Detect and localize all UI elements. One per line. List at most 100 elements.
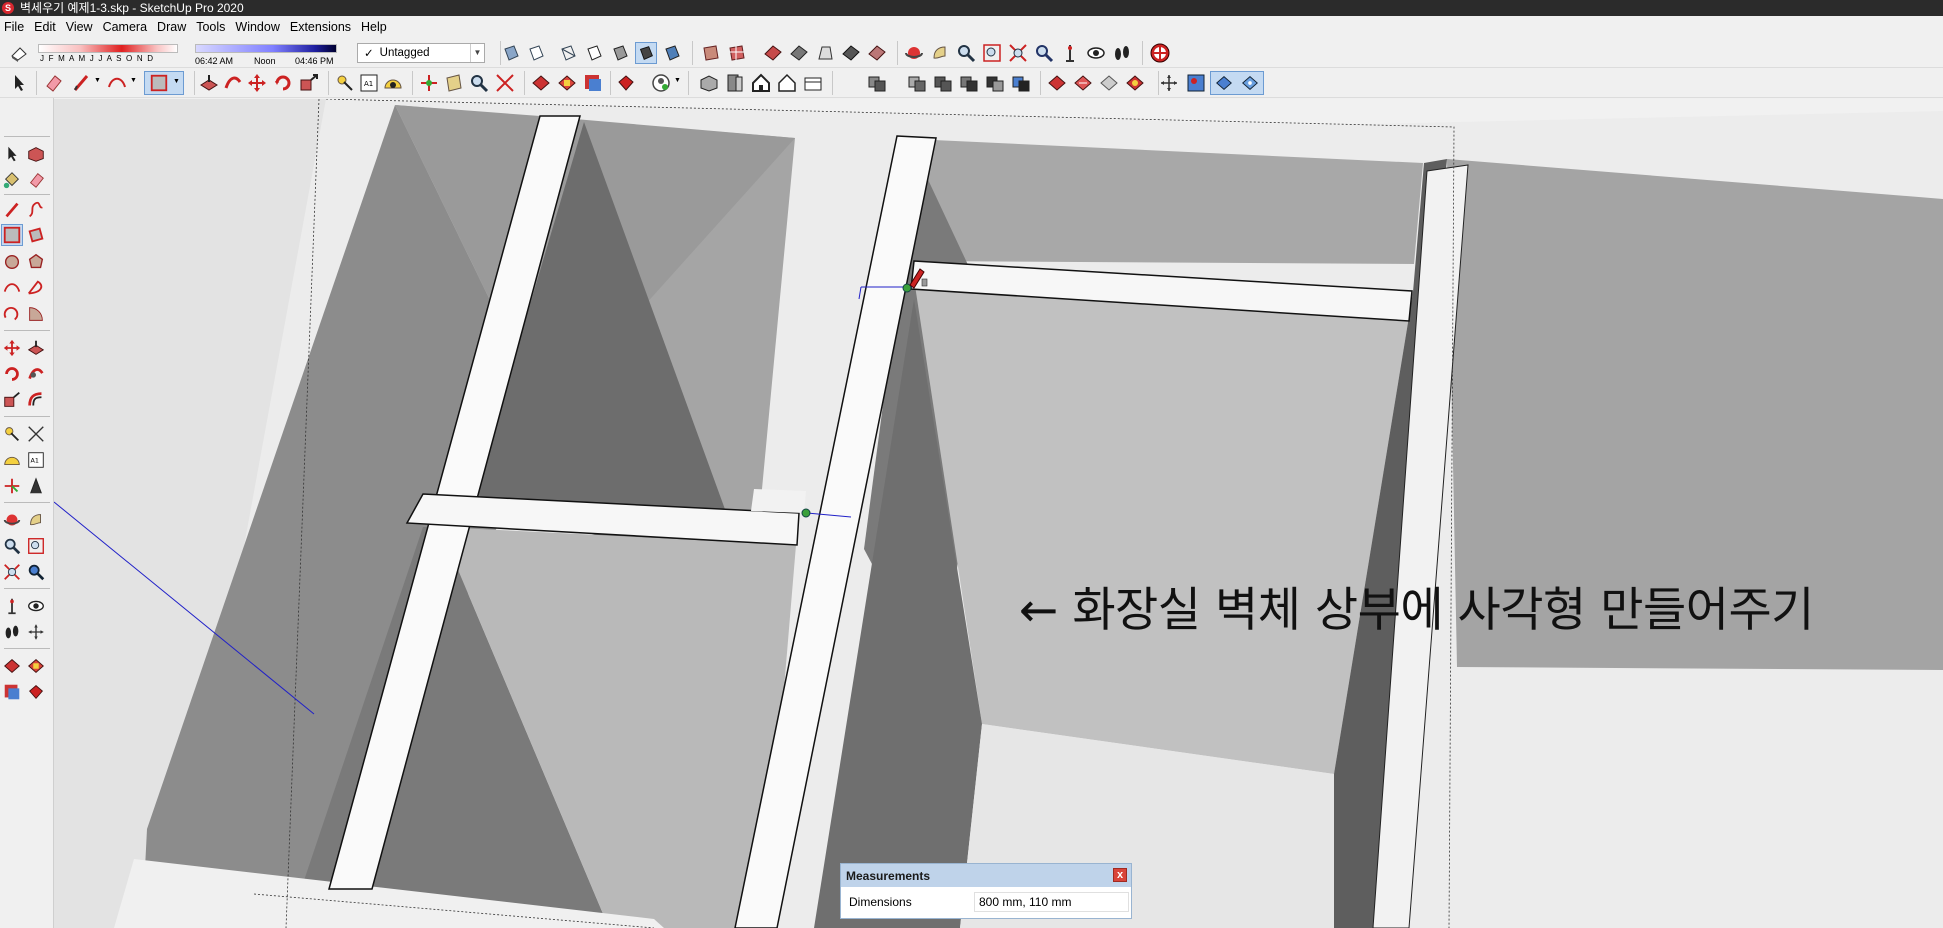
solid-outer-shell-icon[interactable] <box>866 72 888 94</box>
solid-intersect-icon[interactable] <box>906 72 928 94</box>
time-slider[interactable] <box>195 44 337 53</box>
three-point-arc-icon[interactable] <box>2 304 22 324</box>
flip-edge-group[interactable] <box>1210 71 1264 95</box>
protractor-icon[interactable] <box>2 450 22 470</box>
make-component-icon[interactable] <box>26 144 46 164</box>
solid-trim-icon[interactable] <box>984 72 1006 94</box>
user-account-icon[interactable] <box>650 72 672 94</box>
tape-measure-icon[interactable] <box>2 424 22 444</box>
extension-manager-icon[interactable] <box>26 682 46 702</box>
zoom-extents-icon[interactable] <box>2 562 22 582</box>
line-icon[interactable] <box>70 72 92 94</box>
front-view-icon[interactable] <box>762 42 784 64</box>
monochrome-icon[interactable] <box>661 42 683 64</box>
line-icon[interactable] <box>2 200 22 220</box>
select-icon[interactable] <box>8 72 30 94</box>
tape-measure-icon[interactable] <box>334 72 356 94</box>
axes-icon[interactable] <box>418 72 440 94</box>
pan-icon[interactable] <box>929 42 951 64</box>
position-camera-icon[interactable] <box>2 596 22 616</box>
house-icon[interactable] <box>750 72 772 94</box>
send-to-layout-icon[interactable] <box>582 72 604 94</box>
3d-text-icon[interactable] <box>26 476 46 496</box>
drape-icon[interactable] <box>1158 72 1180 94</box>
scale-icon[interactable] <box>298 72 320 94</box>
warehouse-icon[interactable] <box>1149 42 1171 64</box>
month-slider[interactable] <box>38 44 178 53</box>
menu-camera[interactable]: Camera <box>99 20 153 34</box>
arc-icon[interactable] <box>106 72 128 94</box>
menu-extensions[interactable]: Extensions <box>286 20 357 34</box>
add-detail-icon[interactable] <box>1185 72 1207 94</box>
right-view-icon[interactable] <box>788 42 810 64</box>
zoom-extents-icon[interactable] <box>1007 42 1029 64</box>
send-to-layout-icon[interactable] <box>2 682 22 702</box>
menu-file[interactable]: File <box>0 20 30 34</box>
extension-warehouse-icon[interactable] <box>26 656 46 676</box>
3d-warehouse-icon[interactable] <box>2 656 22 676</box>
hidden-line-icon[interactable] <box>583 42 605 64</box>
scale-icon[interactable] <box>2 390 22 410</box>
shaded-icon[interactable] <box>609 42 631 64</box>
move-icon[interactable] <box>2 338 22 358</box>
close-icon[interactable]: x <box>1113 868 1127 882</box>
home-outline-icon[interactable] <box>776 72 798 94</box>
wireframe-icon[interactable] <box>557 42 579 64</box>
paint-bucket-icon[interactable] <box>2 170 22 190</box>
pan-icon[interactable] <box>26 510 46 530</box>
bottom-view-icon[interactable] <box>866 42 888 64</box>
chevron-down-icon[interactable]: ▼ <box>94 77 101 84</box>
rectangle-tool-group[interactable]: ▼ <box>144 71 184 95</box>
model-viewport[interactable]: ← 화장실 벽체 상부에 사각형 만들어주기 <box>54 99 1943 928</box>
menu-draw[interactable]: Draw <box>153 20 192 34</box>
chevron-down-icon[interactable]: ▼ <box>130 77 137 84</box>
smoove-icon[interactable] <box>1098 72 1120 94</box>
rectangle-tool-active[interactable] <box>1 224 23 246</box>
follow-me-icon[interactable] <box>26 364 46 384</box>
orbit-icon[interactable] <box>903 42 925 64</box>
select-icon[interactable] <box>2 144 22 164</box>
solid-split-icon[interactable] <box>1010 72 1032 94</box>
stamp-icon[interactable] <box>1124 72 1146 94</box>
zoom-window-icon[interactable] <box>26 536 46 556</box>
text-icon[interactable] <box>468 72 490 94</box>
shaded-textures-icon[interactable] <box>635 42 657 64</box>
shadows-toggle-icon[interactable] <box>8 42 30 64</box>
sandbox-from-scratch-icon[interactable] <box>1072 72 1094 94</box>
section-plane-icon[interactable] <box>443 72 465 94</box>
back-view-icon[interactable] <box>814 42 836 64</box>
left-view-icon[interactable] <box>840 42 862 64</box>
offset-icon[interactable] <box>26 390 46 410</box>
tag-dropdown[interactable]: ✓ Untagged ▼ <box>357 43 485 63</box>
look-around-icon[interactable] <box>1085 42 1107 64</box>
menu-window[interactable]: Window <box>231 20 285 34</box>
make-component-icon[interactable] <box>698 72 720 94</box>
position-camera-icon[interactable] <box>1059 42 1081 64</box>
polygon-icon[interactable] <box>26 252 46 272</box>
axes-icon[interactable] <box>2 476 22 496</box>
dimensions-input[interactable]: 800 mm, 110 mm <box>974 892 1129 912</box>
tent-icon[interactable] <box>802 72 824 94</box>
xray-icon[interactable] <box>500 42 522 64</box>
menu-tools[interactable]: Tools <box>192 20 231 34</box>
rotate-icon[interactable] <box>272 72 294 94</box>
extension-warehouse-icon[interactable] <box>556 72 578 94</box>
zoom-extents-icon[interactable] <box>494 72 516 94</box>
top-view-icon[interactable] <box>726 42 748 64</box>
menu-view[interactable]: View <box>62 20 99 34</box>
look-around-icon[interactable] <box>26 596 46 616</box>
back-edges-icon[interactable] <box>525 42 547 64</box>
zoom-icon[interactable] <box>955 42 977 64</box>
extension-manager-icon[interactable] <box>615 72 637 94</box>
zoom-icon[interactable] <box>2 536 22 556</box>
pie-icon[interactable] <box>26 304 46 324</box>
eraser-icon[interactable] <box>26 170 46 190</box>
walk-icon[interactable] <box>2 622 22 642</box>
dimension-icon[interactable] <box>26 424 46 444</box>
dimension-icon[interactable]: A1 <box>358 72 380 94</box>
follow-me-icon[interactable] <box>222 72 244 94</box>
eraser-icon[interactable] <box>42 72 64 94</box>
text-icon[interactable]: A1 <box>26 450 46 470</box>
arc-icon[interactable] <box>2 278 22 298</box>
two-point-arc-icon[interactable] <box>26 278 46 298</box>
